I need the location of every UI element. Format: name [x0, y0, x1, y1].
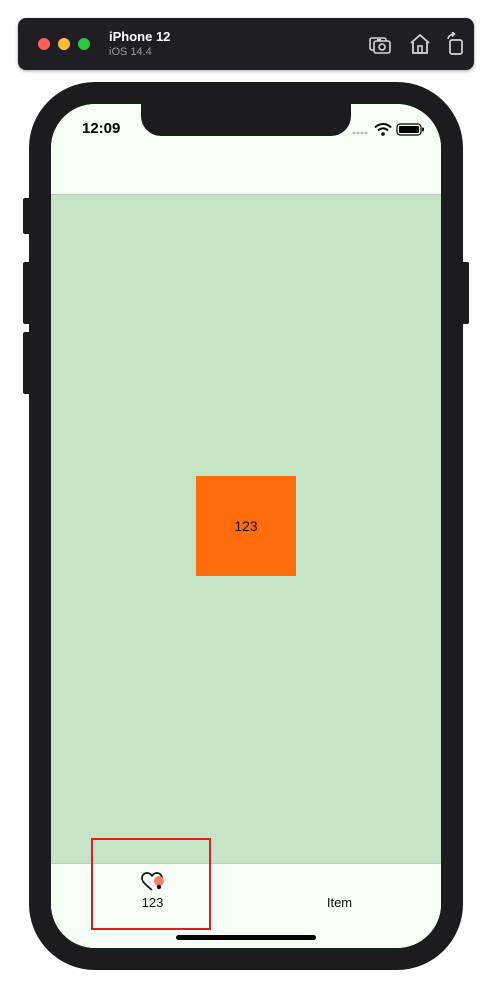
- battery-icon: [396, 123, 424, 136]
- tab-item-item[interactable]: Item: [242, 864, 437, 924]
- wifi-icon: [374, 123, 392, 136]
- status-icons: [352, 123, 424, 136]
- home-indicator[interactable]: [176, 935, 316, 940]
- orange-square: 123: [196, 476, 296, 576]
- home-icon[interactable]: [408, 32, 432, 56]
- close-window-button[interactable]: [38, 38, 50, 50]
- zoom-window-button[interactable]: [78, 38, 90, 50]
- screenshot-icon[interactable]: [368, 32, 392, 56]
- main-content: 123: [51, 195, 441, 863]
- device-name: iPhone 12: [109, 29, 171, 44]
- notch: [141, 104, 351, 136]
- highlight-annotation: [91, 838, 211, 930]
- simulator-title-bar: iPhone 12 iOS 14.4: [18, 18, 474, 70]
- status-time: 12:09: [82, 120, 121, 137]
- os-version: iOS 14.4: [109, 46, 152, 58]
- box-label: 123: [234, 518, 258, 534]
- tab-label: Item: [326, 895, 353, 910]
- device-screen: 12:09 123 123 Item: [51, 104, 441, 948]
- minimize-window-button[interactable]: [58, 38, 70, 50]
- rotate-icon[interactable]: [444, 32, 468, 56]
- signal-icon: [352, 131, 368, 135]
